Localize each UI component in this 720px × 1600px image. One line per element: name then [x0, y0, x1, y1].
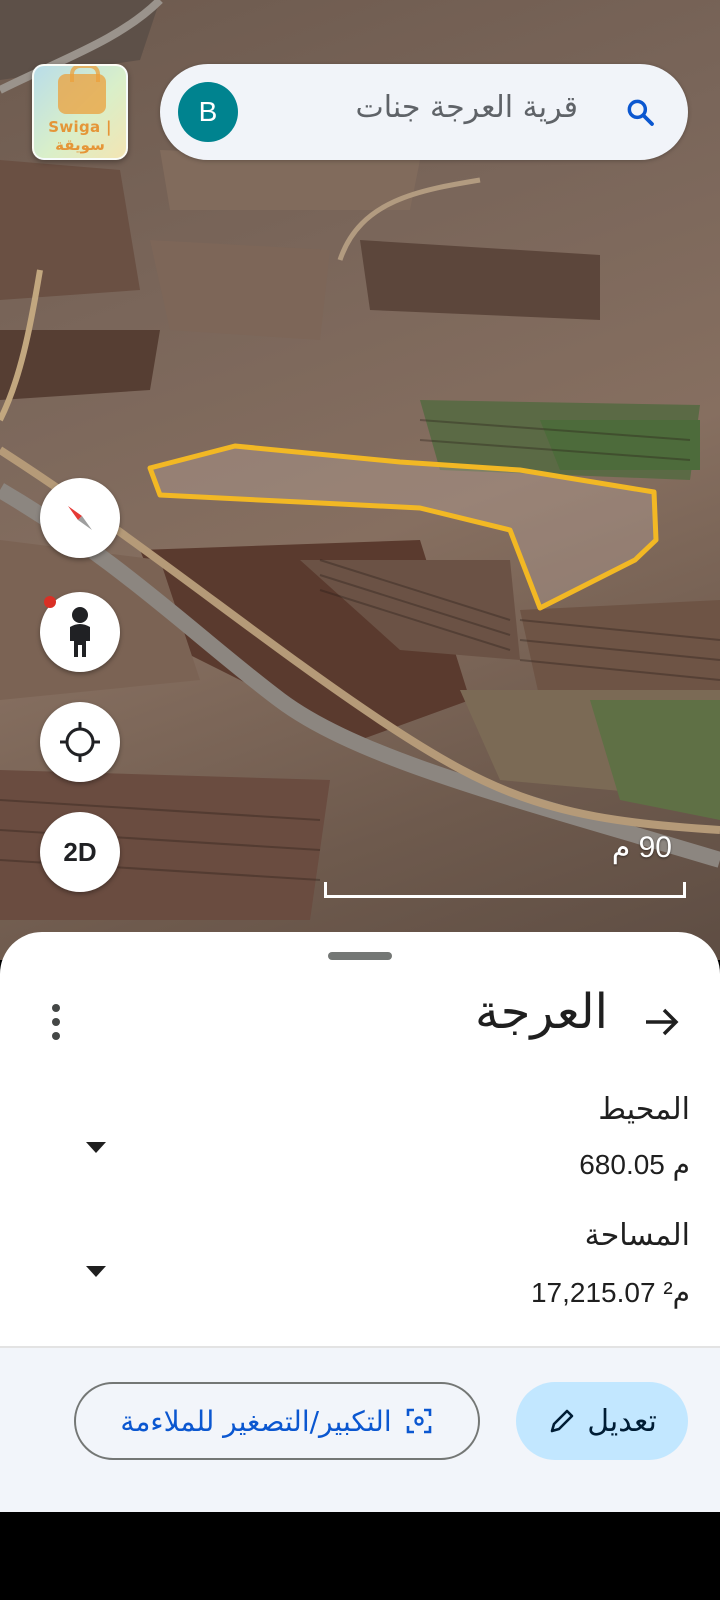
back-arrow-icon[interactable] — [640, 1000, 684, 1044]
perimeter-label: المحيط — [598, 1092, 690, 1127]
zoom-to-fit-label: التكبير/التصغير للملاءمة — [120, 1404, 392, 1438]
satellite-map[interactable]: Swiga | سويقة B قرية العرجة جنات 2D 90 م — [0, 0, 720, 960]
zoom-to-fit-button[interactable]: التكبير/التصغير للملاءمة — [74, 1382, 480, 1460]
area-label: المساحة — [584, 1218, 690, 1253]
my-location-button[interactable] — [40, 702, 120, 782]
scale-bar — [324, 882, 686, 898]
screen: Swiga | سويقة B قرية العرجة جنات 2D 90 م… — [0, 0, 720, 1600]
area-unit-dropdown-icon[interactable] — [82, 1262, 110, 1280]
action-bar: تعديل التكبير/التصغير للملاءمة — [0, 1348, 720, 1512]
crosshair-icon — [60, 722, 100, 762]
drag-handle[interactable] — [328, 952, 392, 960]
search-bar[interactable]: B قرية العرجة جنات — [160, 64, 688, 160]
system-navigation-bar — [0, 1512, 720, 1600]
notification-dot — [44, 596, 56, 608]
account-avatar[interactable]: B — [178, 82, 238, 142]
more-options-icon[interactable] — [46, 1000, 66, 1044]
edit-button[interactable]: تعديل — [516, 1382, 688, 1460]
watermark-text: Swiga | سويقة — [48, 118, 112, 154]
fit-screen-icon — [406, 1408, 431, 1434]
perimeter-unit-dropdown-icon[interactable] — [82, 1138, 110, 1156]
view-mode-button[interactable]: 2D — [40, 812, 120, 892]
measurement-sheet: العرجة المحيط 680.05 م المساحة 17,215.07… — [0, 932, 720, 1512]
area-value: 17,215.07 م² — [530, 1277, 690, 1308]
scale-label: 90 م — [611, 831, 672, 864]
perimeter-value: 680.05 م — [579, 1149, 690, 1180]
watermark-logo: Swiga | سويقة — [32, 64, 128, 160]
pencil-icon — [550, 1409, 574, 1433]
shopping-bag-icon — [58, 66, 106, 114]
place-title: العرجة — [474, 984, 608, 1040]
search-icon[interactable] — [624, 96, 656, 128]
compass-icon — [68, 506, 92, 530]
pegman-icon — [70, 607, 90, 657]
compass-button[interactable] — [40, 478, 120, 558]
search-query[interactable]: قرية العرجة جنات — [355, 90, 578, 125]
edit-button-label: تعديل — [587, 1403, 657, 1439]
